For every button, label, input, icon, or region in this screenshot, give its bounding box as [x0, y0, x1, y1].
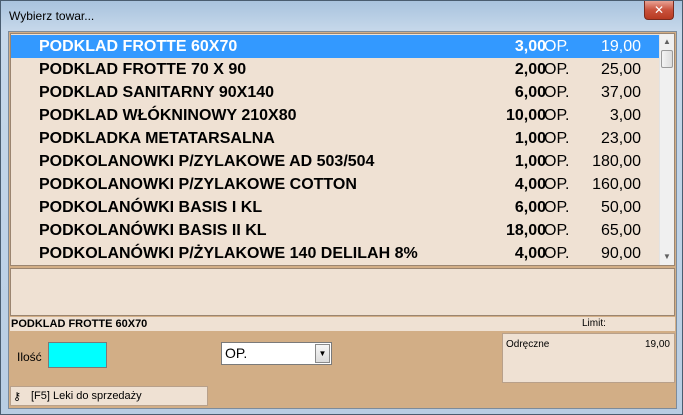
selected-product-name: PODKLAD FROTTE 60X70: [11, 318, 148, 330]
product-unit: OP.: [544, 153, 570, 170]
list-item[interactable]: PODKOLANOWKI P/ZYLAKOWE COTTON 4,00 OP. 160…: [11, 173, 659, 196]
price-type-label: Odręczne: [506, 339, 550, 350]
product-name: PODKOLANÓWKI BASIS I KL: [39, 199, 263, 216]
product-name: PODKLAD SANITARNY 90X140: [39, 84, 275, 101]
scroll-up-icon[interactable]: ▲: [660, 35, 674, 49]
product-name: PODKLADKA METATARSALNA: [39, 130, 275, 147]
list-scrollbar[interactable]: ▲ ▼: [659, 34, 674, 265]
quantity-form: Ilość OP. ▼: [10, 333, 500, 382]
product-name: PODKOLANÓWKI P/ŻYLAKOWE 140 DELILAH 8%: [39, 245, 418, 262]
product-unit: OP.: [544, 130, 570, 147]
product-price: 19,00: [600, 38, 641, 55]
quantity-label: Ilość: [17, 350, 42, 364]
product-qty: 6,00: [514, 199, 546, 216]
window-title: Wybierz towar...: [9, 9, 95, 23]
product-unit: OP.: [544, 199, 570, 216]
product-unit: OP.: [544, 245, 570, 262]
scroll-thumb[interactable]: [661, 50, 673, 68]
product-qty: 4,00: [514, 176, 546, 193]
status-shortcut-text: [F5] Leki do sprzedaży: [31, 390, 142, 402]
list-item[interactable]: PODKOLANÓWKI BASIS I KL 6,00 OP. 50,00: [11, 196, 659, 219]
product-qty: 2,00: [514, 61, 546, 78]
product-qty: 6,00: [514, 84, 546, 101]
key-icon: ⚷: [13, 391, 22, 403]
product-name: PODKLAD FROTTE 70 X 90: [39, 61, 247, 78]
product-price: 37,00: [600, 84, 641, 101]
product-unit: OP.: [544, 38, 570, 55]
product-price: 180,00: [592, 153, 641, 170]
status-bar: ⚷ [F5] Leki do sprzedaży: [10, 386, 675, 408]
price-value: 19,00: [644, 339, 670, 350]
list-item[interactable]: PODKLADKA METATARSALNA 1,00 OP. 23,00: [11, 127, 659, 150]
info-bar: PODKLAD FROTTE 60X70 Limit:: [10, 317, 675, 331]
product-name: PODKOLANÓWKI BASIS II KL: [39, 222, 267, 239]
description-area: [10, 268, 675, 316]
product-qty: 4,00: [514, 245, 546, 262]
product-qty: 10,00: [505, 107, 546, 124]
dialog-window: Wybierz towar... ✕ PODKLAD FROTTE 60X70 3…: [0, 0, 683, 415]
chevron-down-icon[interactable]: ▼: [315, 344, 330, 363]
product-name: PODKLAD FROTTE 60X70: [39, 38, 238, 55]
product-qty: 1,00: [514, 153, 546, 170]
list-item[interactable]: PODKOLANOWKI P/ZYLAKOWE AD 503/504 1,00 OP…: [11, 150, 659, 173]
list-item[interactable]: PODKOLANÓWKI P/ŻYLAKOWE 140 DELILAH 8% 4,…: [11, 242, 659, 265]
product-unit: OP.: [544, 61, 570, 78]
product-price: 65,00: [600, 222, 641, 239]
status-shortcut[interactable]: ⚷ [F5] Leki do sprzedaży: [10, 386, 208, 406]
dialog-client: PODKLAD FROTTE 60X70 3,00 OP. 19,00 PODKLAD …: [8, 31, 677, 409]
product-unit: OP.: [544, 84, 570, 101]
product-unit: OP.: [544, 222, 570, 239]
list-item[interactable]: PODKOLANÓWKI BASIS II KL 18,00 OP. 65,00: [11, 219, 659, 242]
product-list[interactable]: PODKLAD FROTTE 60X70 3,00 OP. 19,00 PODKLAD …: [10, 33, 675, 266]
list-item[interactable]: PODKLAD FROTTE 70 X 90 2,00 OP. 25,00: [11, 58, 659, 81]
product-qty: 18,00: [505, 222, 546, 239]
product-qty: 1,00: [514, 130, 546, 147]
product-price: 50,00: [600, 199, 641, 216]
product-price: 25,00: [600, 61, 641, 78]
list-item[interactable]: PODKLAD WŁÓKNINOWY 210X80 10,00 OP. 3,00: [11, 104, 659, 127]
title-bar[interactable]: Wybierz towar... ✕: [1, 1, 682, 29]
product-qty: 3,00: [514, 38, 546, 55]
product-price: 90,00: [600, 245, 641, 262]
product-name: PODKLAD WŁÓKNINOWY 210X80: [39, 107, 297, 124]
product-unit: OP.: [544, 107, 570, 124]
quantity-input[interactable]: [48, 342, 107, 368]
product-unit: OP.: [544, 176, 570, 193]
product-price: 160,00: [592, 176, 641, 193]
product-name: PODKOLANOWKI P/ZYLAKOWE AD 503/504: [39, 153, 375, 170]
unit-select-value: OP.: [225, 345, 248, 361]
price-panel: Odręczne 19,00: [502, 333, 675, 383]
product-price: 23,00: [600, 130, 641, 147]
scroll-down-icon[interactable]: ▼: [660, 250, 674, 264]
close-button[interactable]: ✕: [644, 1, 674, 20]
unit-select[interactable]: OP. ▼: [221, 342, 332, 365]
product-name: PODKOLANOWKI P/ZYLAKOWE COTTON: [39, 176, 357, 193]
close-icon: ✕: [653, 3, 665, 17]
list-item[interactable]: PODKLAD SANITARNY 90X140 6,00 OP. 37,00: [11, 81, 659, 104]
list-item[interactable]: PODKLAD FROTTE 60X70 3,00 OP. 19,00: [11, 35, 659, 58]
product-price: 3,00: [609, 107, 641, 124]
limit-label: Limit:: [582, 318, 606, 329]
